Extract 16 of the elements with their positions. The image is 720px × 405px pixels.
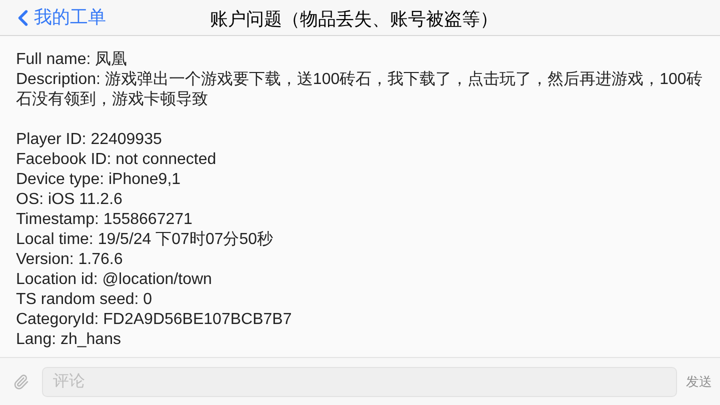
back-button[interactable]: 我的工单: [0, 4, 106, 31]
info-line: OS: iOS 11.2.6: [16, 190, 124, 210]
info-line: Local time: 19/5/24 下07时07分50秒: [16, 230, 274, 250]
paperclip-icon[interactable]: [13, 374, 29, 390]
info-line: TS random seed: 0: [16, 290, 154, 310]
info-line: Player ID: 22409935: [16, 130, 163, 150]
info-line: Description: 游戏弹出一个游戏要下载，送100砖石，我下载了，点击玩了，然后再进游戏，100砖石没有领到，游戏卡顿导致: [16, 70, 704, 110]
info-line: Full name: 凤凰: [16, 50, 128, 70]
page-title: 账户问题（物品丢失、账号被盗等）: [210, 8, 498, 31]
info-line: CategoryId: FD2A9D56BE107BCB7B7: [16, 310, 293, 330]
info-line: Device type: iPhone9,1: [16, 170, 182, 190]
info-line: Version: 1.76.6: [16, 250, 124, 270]
info-line: Location id: @location/town: [16, 270, 213, 290]
info-line: Facebook ID: not connected: [16, 150, 218, 170]
info-line: Lang: zh_hans: [16, 330, 122, 350]
info-line: Timestamp: 1558667271: [16, 210, 194, 230]
